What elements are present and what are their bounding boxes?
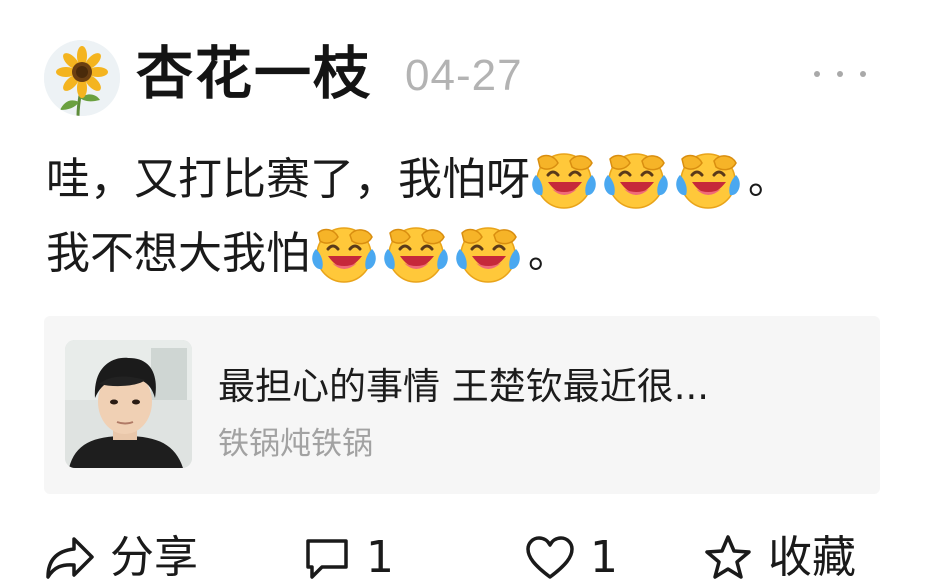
- link-source[interactable]: 铁锅炖铁锅: [218, 422, 373, 466]
- person-photo-thumbnail-icon: [65, 340, 192, 468]
- share-icon: [46, 537, 94, 579]
- sunflower-icon: [44, 40, 120, 116]
- comment-count: 1: [366, 532, 394, 583]
- comment-button[interactable]: 1: [302, 528, 394, 588]
- post-line-1: 哇，又打比赛了，我怕呀 。: [46, 140, 896, 220]
- laughing-crying-emoji-icon: [382, 223, 452, 285]
- share-button[interactable]: 分享: [44, 528, 198, 588]
- laughing-crying-emoji-icon: [530, 149, 600, 211]
- more-dots-icon: [860, 71, 866, 77]
- laughing-crying-emoji-icon: [310, 223, 380, 285]
- shared-link-card[interactable]: 最担心的事情 王楚钦最近很... 铁锅炖铁锅: [44, 316, 880, 494]
- comment-icon: [306, 539, 348, 579]
- link-thumbnail: [65, 340, 192, 468]
- author-name[interactable]: 杏花一枝: [136, 38, 372, 110]
- share-label: 分享: [110, 532, 198, 583]
- author-avatar[interactable]: [44, 40, 120, 116]
- more-options-button[interactable]: [814, 62, 866, 86]
- laughing-crying-emoji-icon: [602, 149, 672, 211]
- laughing-crying-emoji-icon: [454, 223, 524, 285]
- link-title[interactable]: 最担心的事情 王楚钦最近很...: [218, 362, 709, 412]
- laughing-crying-emoji-icon: [674, 149, 744, 211]
- post-date: 04-27: [405, 51, 523, 100]
- post-body: 哇，又打比赛了，我怕呀 。 我不想大我怕 。: [46, 140, 896, 294]
- favorite-label: 收藏: [768, 532, 856, 583]
- post-text-end: 。: [748, 157, 788, 203]
- post-text-end: 。: [528, 231, 568, 277]
- more-dots-icon: [837, 71, 843, 77]
- more-dots-icon: [814, 71, 820, 77]
- favorite-button[interactable]: 收藏: [702, 528, 856, 588]
- post-line-2: 我不想大我怕 。: [46, 214, 896, 294]
- post-text: 我不想大我怕: [46, 228, 310, 279]
- heart-icon: [526, 536, 574, 579]
- like-count: 1: [590, 532, 618, 583]
- star-icon: [705, 535, 751, 579]
- like-button[interactable]: 1: [524, 528, 618, 588]
- post-text: 哇，又打比赛了，我怕呀: [46, 154, 530, 205]
